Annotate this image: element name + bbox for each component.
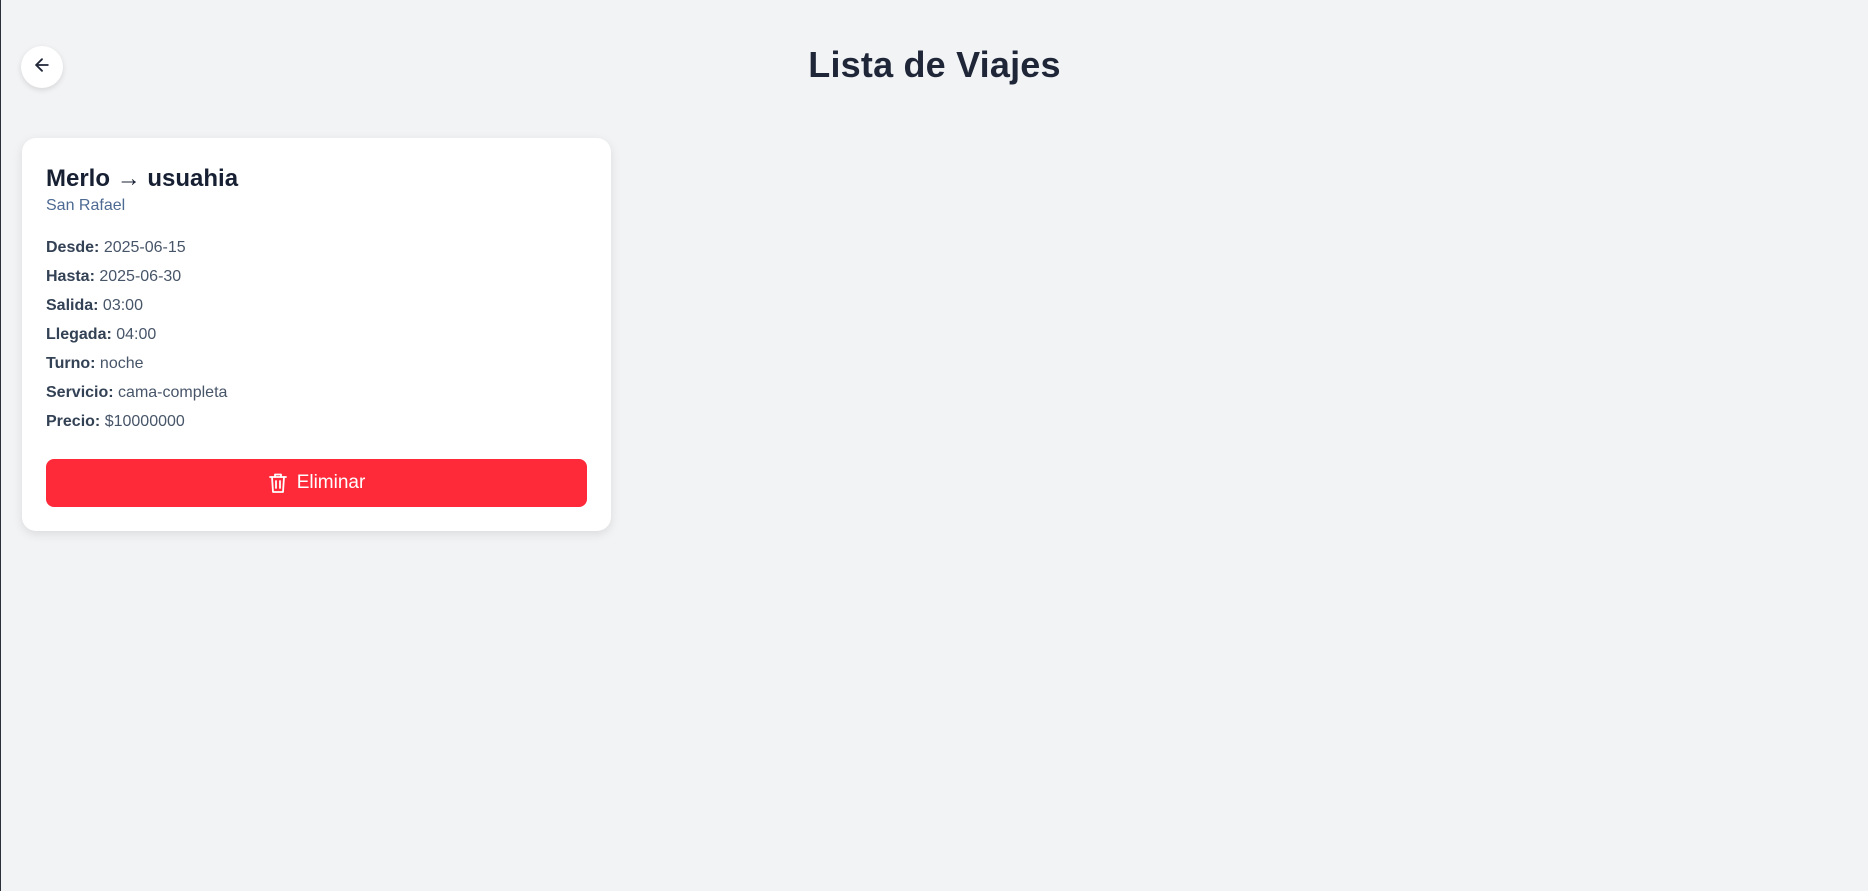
detail-precio-value: $10000000 bbox=[104, 413, 185, 430]
detail-servicio-value: cama-completa bbox=[118, 384, 228, 401]
detail-precio: Precio: $10000000 bbox=[46, 412, 587, 441]
trip-company: San Rafael bbox=[46, 197, 126, 214]
trip-route: Merlo → usuahia bbox=[46, 165, 587, 193]
detail-salida-label: Salida: bbox=[46, 297, 99, 314]
detail-hasta-label: Hasta: bbox=[46, 268, 95, 285]
detail-desde-label: Desde: bbox=[46, 239, 100, 256]
trip-details: Desde: 2025-06-15 Hasta: 2025-06-30 Sali… bbox=[46, 238, 587, 441]
delete-trip-button[interactable]: Eliminar bbox=[46, 459, 587, 507]
detail-llegada: Llegada: 04:00 bbox=[46, 325, 587, 354]
detail-turno-value: noche bbox=[99, 355, 144, 372]
route-arrow: → bbox=[116, 165, 141, 192]
detail-precio-label: Precio: bbox=[46, 413, 101, 430]
detail-hasta: Hasta: 2025-06-30 bbox=[46, 267, 587, 296]
detail-salida: Salida: 03:00 bbox=[46, 296, 587, 325]
detail-desde-value: 2025-06-15 bbox=[103, 239, 186, 256]
detail-llegada-label: Llegada: bbox=[46, 326, 112, 343]
detail-turno-label: Turno: bbox=[46, 355, 96, 372]
delete-trip-label: Eliminar bbox=[296, 472, 366, 493]
trip-destination: usuahia bbox=[147, 165, 239, 192]
page-title: Lista de Viajes bbox=[808, 44, 1061, 85]
trip-origin: Merlo bbox=[46, 165, 111, 192]
detail-desde: Desde: 2025-06-15 bbox=[46, 238, 587, 267]
detail-servicio-label: Servicio: bbox=[46, 384, 114, 401]
detail-turno: Turno: noche bbox=[46, 354, 587, 383]
detail-salida-value: 03:00 bbox=[102, 297, 143, 314]
trash-icon bbox=[268, 472, 288, 494]
detail-llegada-value: 04:00 bbox=[116, 326, 157, 343]
detail-hasta-value: 2025-06-30 bbox=[99, 268, 182, 285]
detail-servicio: Servicio: cama-completa bbox=[46, 383, 587, 412]
trip-card: Merlo → usuahia San Rafael Desde: 2025-0… bbox=[22, 138, 611, 531]
